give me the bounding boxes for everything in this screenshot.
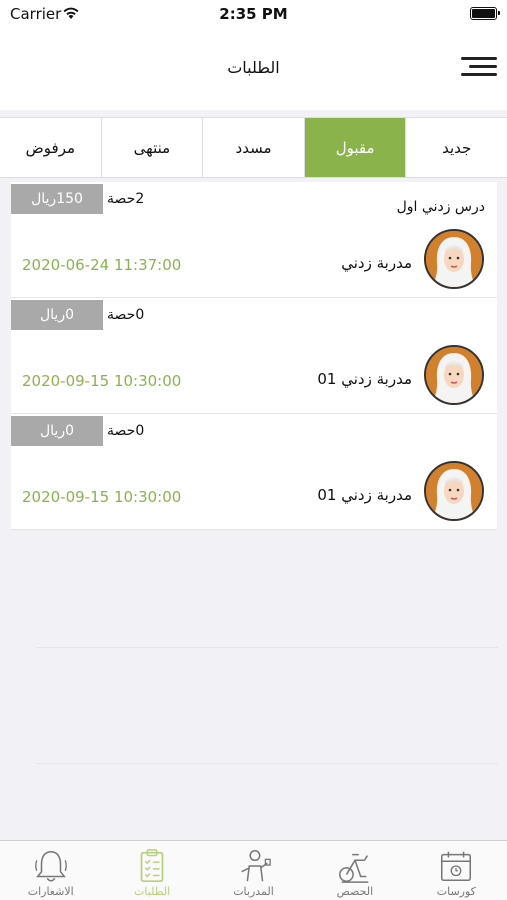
trainer-avatar xyxy=(424,345,484,405)
tab-rejected[interactable]: مرفوض xyxy=(0,118,101,177)
clipboard-list-icon xyxy=(140,849,164,883)
price-badge: 0ريال xyxy=(11,416,103,446)
order-card[interactable]: 0ريال 0حصة مدربة زدني 01 2020-09-15 10:3… xyxy=(11,298,497,414)
app-screen: Carrier 2:35 PM الطلبات جديد مقبول مسدد … xyxy=(0,0,507,900)
tabbar-label: الاشعارات xyxy=(27,885,74,898)
tab-finished[interactable]: منتهى xyxy=(100,118,203,177)
tabbar-label: المدربات xyxy=(233,885,274,898)
tabbar-orders[interactable]: الطلبات xyxy=(101,841,202,900)
orders-list: 150ريال 2حصة درس زدني اول مدربة زدني 202… xyxy=(11,182,497,530)
trainer-avatar-illustration xyxy=(426,347,482,403)
bottom-tab-bar: الاشعارات الطلبات المدربات الحصص كورسات xyxy=(0,840,507,900)
status-tabs: جديد مقبول مسدد منتهى مرفوض xyxy=(0,117,507,178)
trainer-avatar-illustration xyxy=(426,463,482,519)
tabbar-trainers[interactable]: المدربات xyxy=(203,841,304,900)
status-time: 2:35 PM xyxy=(219,5,288,23)
tab-new[interactable]: جديد xyxy=(405,118,507,177)
trainer-avatar xyxy=(424,461,484,521)
battery-icon xyxy=(470,7,500,20)
order-date: 2020-09-15 10:30:00 xyxy=(22,488,182,506)
order-date: 2020-06-24 11:37:00 xyxy=(22,256,182,274)
tabbar-notifications[interactable]: الاشعارات xyxy=(0,841,101,900)
menu-icon[interactable] xyxy=(461,53,497,81)
tab-accepted[interactable]: مقبول xyxy=(303,118,406,177)
tab-paid[interactable]: مسدد xyxy=(202,118,304,177)
nav-bar: الطلبات xyxy=(0,30,507,110)
trainer-name: مدربة زدني 01 xyxy=(317,370,412,388)
bell-icon xyxy=(34,850,67,882)
order-card[interactable]: 150ريال 2حصة درس زدني اول مدربة زدني 202… xyxy=(11,182,497,298)
trainer-name: مدربة زدني 01 xyxy=(317,486,412,504)
tabbar-label: الحصص xyxy=(336,885,374,898)
course-title: درس زدني اول xyxy=(396,199,485,215)
divider xyxy=(36,647,498,648)
sessions-count: 0حصة xyxy=(107,307,145,323)
divider xyxy=(36,763,498,764)
sessions-count: 2حصة xyxy=(107,191,145,207)
order-card[interactable]: 0ريال 0حصة مدربة زدني 01 2020-09-15 10:3… xyxy=(11,414,497,530)
tabbar-sessions[interactable]: الحصص xyxy=(304,841,405,900)
tabbar-label: كورسات xyxy=(436,885,476,898)
page-title: الطلبات xyxy=(227,58,280,77)
price-badge: 150ريال xyxy=(11,184,103,214)
price-badge: 0ريال xyxy=(11,300,103,330)
status-bar: Carrier 2:35 PM xyxy=(0,0,507,30)
order-date: 2020-09-15 10:30:00 xyxy=(22,372,182,390)
trainer-name: مدربة زدني xyxy=(341,254,412,272)
calendar-icon xyxy=(441,851,472,882)
tabbar-courses[interactable]: كورسات xyxy=(406,841,507,900)
tabbar-label: الطلبات xyxy=(134,885,171,898)
trainer-avatar-illustration xyxy=(426,231,482,287)
trainer-icon xyxy=(240,850,271,882)
sessions-count: 0حصة xyxy=(107,423,145,439)
exercise-bike-icon xyxy=(338,853,369,883)
trainer-avatar xyxy=(424,229,484,289)
